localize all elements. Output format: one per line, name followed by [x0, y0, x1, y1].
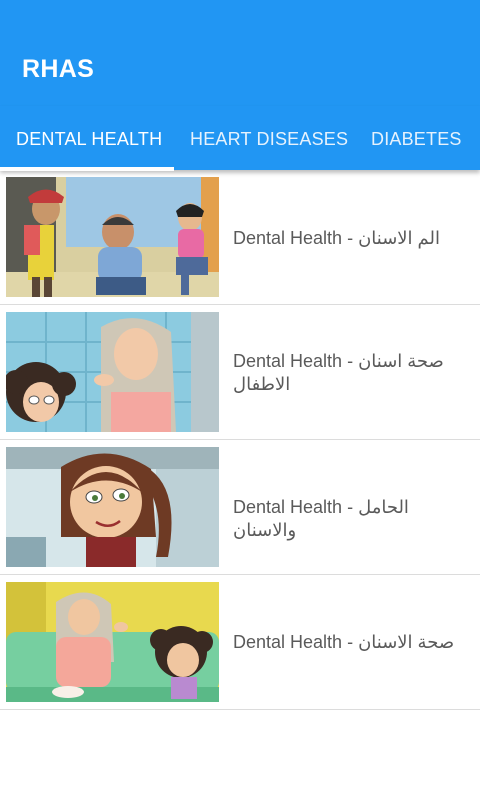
tab-bar: DENTAL HEALTH HEART DISEASES DIABETES — [0, 106, 480, 171]
video-thumbnail[interactable] — [6, 447, 219, 567]
video-title[interactable]: Dental Health - الم الاسنان — [233, 227, 463, 250]
video-list-item[interactable]: Dental Health - صحة اسنان الاطفال — [0, 305, 480, 440]
video-title[interactable]: Dental Health - صحة اسنان الاطفال — [233, 350, 463, 396]
video-thumbnail[interactable] — [6, 312, 219, 432]
cartoon-family-room-thumbnail — [6, 177, 219, 297]
tab-dental-health[interactable]: DENTAL HEALTH — [16, 106, 162, 170]
video-list-item[interactable]: Dental Health - صحة الاسنان — [0, 575, 480, 710]
app-bar: RHAS — [0, 0, 480, 106]
video-thumbnail[interactable] — [6, 582, 219, 702]
video-title[interactable]: Dental Health - الحامل والاسنان — [233, 496, 463, 542]
app-title: RHAS — [22, 55, 95, 83]
video-list-item[interactable]: Dental Health - الم الاسنان — [0, 170, 480, 305]
selected-tab-indicator — [0, 167, 174, 171]
video-title[interactable]: Dental Health - صحة الاسنان — [233, 631, 463, 654]
cartoon-mother-daughter-couch-thumbnail — [6, 582, 219, 702]
video-list-item[interactable]: Dental Health - الحامل والاسنان — [0, 440, 480, 575]
cartoon-mother-child-thumbnail — [6, 312, 219, 432]
video-thumbnail[interactable] — [6, 177, 219, 297]
tab-heart-diseases[interactable]: HEART DISEASES — [190, 106, 348, 170]
cartoon-girl-thumbnail — [6, 447, 219, 567]
tab-diabetes[interactable]: DIABETES — [371, 106, 462, 170]
